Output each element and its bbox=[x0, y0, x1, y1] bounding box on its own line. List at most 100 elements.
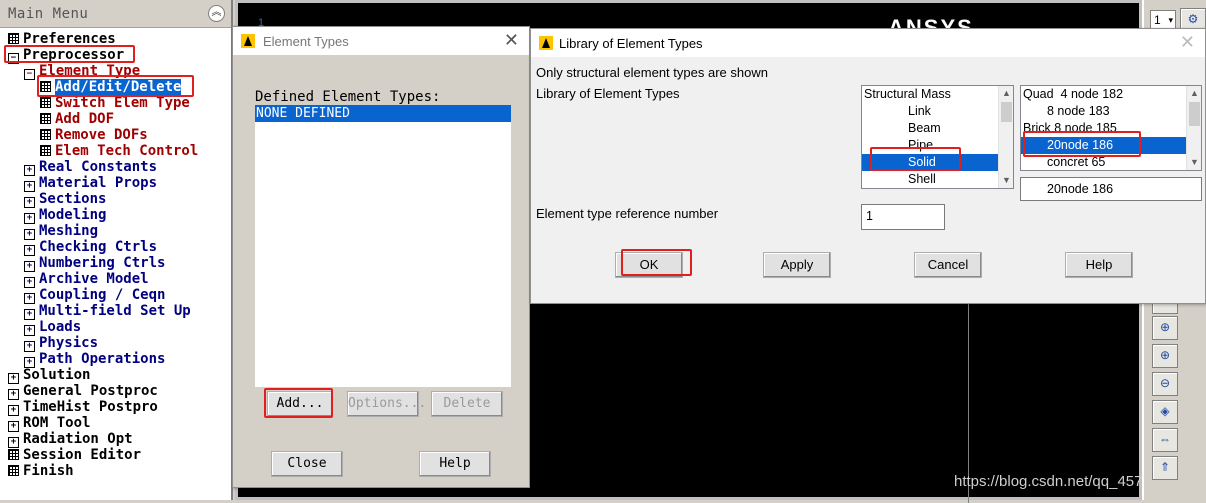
tree-item-loads[interactable]: + Loads bbox=[24, 319, 82, 336]
tree-item-label: Checking Ctrls bbox=[39, 239, 158, 255]
highlight-add-button bbox=[264, 388, 333, 418]
element-type-scrollbar[interactable]: ▲ ▼ bbox=[1186, 86, 1201, 170]
tree-item-coupling-ceqn[interactable]: + Coupling / Ceqn bbox=[24, 287, 166, 304]
element-types-titlebar: Element Types ✕ bbox=[233, 27, 529, 55]
main-menu-title: Main Menu bbox=[8, 6, 89, 22]
tree-item-label: Physics bbox=[39, 335, 99, 351]
command-icon bbox=[8, 33, 19, 44]
tree-item-remove-dofs[interactable]: Remove DOFs bbox=[40, 127, 148, 143]
delete-button: Delete bbox=[431, 391, 503, 417]
tree-item-multi-field-set-up[interactable]: + Multi-field Set Up bbox=[24, 303, 191, 320]
tree-item-label: Meshing bbox=[39, 223, 99, 239]
highlight-20node-186 bbox=[1023, 131, 1141, 157]
double-chevron-up-icon[interactable]: ︽ bbox=[208, 5, 225, 22]
close-icon[interactable]: ✕ bbox=[1180, 32, 1195, 53]
category-item[interactable]: Link bbox=[862, 103, 1013, 120]
tree-item-label: Archive Model bbox=[39, 271, 149, 287]
scroll-down-icon[interactable]: ▼ bbox=[999, 173, 1013, 188]
tree-item-session-editor[interactable]: Session Editor bbox=[8, 447, 141, 463]
defined-type-item[interactable]: NONE DEFINED bbox=[255, 105, 511, 122]
move-up-icon[interactable]: ⇑ bbox=[1152, 456, 1178, 480]
defined-types-label: Defined Element Types: bbox=[255, 89, 441, 105]
scroll-down-icon[interactable]: ▼ bbox=[1187, 155, 1201, 170]
highlight-add-edit-delete bbox=[37, 75, 194, 97]
tree-item-label: Path Operations bbox=[39, 351, 166, 367]
scroll-thumb[interactable] bbox=[1001, 102, 1012, 122]
tree-item-label: Coupling / Ceqn bbox=[39, 287, 166, 303]
tree-item-label: Finish bbox=[23, 463, 74, 479]
tree-item-rom-tool[interactable]: + ROM Tool bbox=[8, 415, 91, 432]
main-menu-header: Main Menu ︽ bbox=[0, 0, 231, 28]
scroll-thumb[interactable] bbox=[1189, 102, 1200, 126]
tree-item-material-props[interactable]: + Material Props bbox=[24, 175, 158, 192]
apply-button[interactable]: Apply bbox=[763, 252, 831, 278]
highlight-solid bbox=[870, 147, 961, 171]
category-item[interactable]: Beam bbox=[862, 120, 1013, 137]
tree-item-label: Add DOF bbox=[55, 111, 115, 127]
tree-item-solution[interactable]: + Solution bbox=[8, 367, 91, 384]
library-title: Library of Element Types bbox=[559, 36, 703, 51]
tree-item-finish[interactable]: Finish bbox=[8, 463, 74, 479]
element-type-list[interactable]: Quad 4 node 182 8 node 183 Brick 8 node 18… bbox=[1020, 85, 1202, 171]
tree-item-real-constants[interactable]: + Real Constants bbox=[24, 159, 158, 176]
cancel-button[interactable]: Cancel bbox=[914, 252, 982, 278]
tree-item-label: General Postproc bbox=[23, 383, 158, 399]
ref-number-input[interactable]: 1 bbox=[861, 204, 945, 230]
category-item[interactable]: Structural Mass bbox=[862, 86, 1013, 103]
command-icon bbox=[40, 113, 51, 124]
scroll-up-icon[interactable]: ▲ bbox=[1187, 86, 1201, 101]
tree-item-label: Loads bbox=[39, 319, 82, 335]
zoom-icon[interactable]: ⊕ bbox=[1152, 316, 1178, 340]
tree-item-label: Radiation Opt bbox=[23, 431, 133, 447]
tree-item-label: ROM Tool bbox=[23, 415, 91, 431]
element-type-item[interactable]: 8 node 183 bbox=[1021, 103, 1201, 120]
highlight-ok-button bbox=[621, 249, 692, 276]
tree-item-modeling[interactable]: + Modeling bbox=[24, 207, 107, 224]
tree-item-radiation-opt[interactable]: + Radiation Opt bbox=[8, 431, 133, 448]
tree-item-general-postproc[interactable]: + General Postproc bbox=[8, 383, 158, 400]
element-type-item[interactable]: Quad 4 node 182 bbox=[1021, 86, 1201, 103]
category-list[interactable]: Structural Mass Link Beam Pipe Solid Shell ▲ … bbox=[861, 85, 1014, 189]
close-button[interactable]: Close bbox=[271, 451, 343, 477]
command-icon bbox=[40, 129, 51, 140]
tree-item-label: Sections bbox=[39, 191, 107, 207]
tree-item-label: Material Props bbox=[39, 175, 158, 191]
tree-item-path-operations[interactable]: + Path Operations bbox=[24, 351, 166, 368]
tree-item-add-dof[interactable]: Add DOF bbox=[40, 111, 114, 127]
options-button: Options... bbox=[347, 391, 426, 417]
tree-item-label: Real Constants bbox=[39, 159, 158, 175]
tree-item-elem-tech-control[interactable]: Elem Tech Control bbox=[40, 143, 198, 159]
tree-item-timehist-postpro[interactable]: + TimeHist Postpro bbox=[8, 399, 158, 416]
help-button[interactable]: Help bbox=[1065, 252, 1133, 278]
command-icon bbox=[40, 97, 51, 108]
defined-types-list[interactable]: NONE DEFINED bbox=[255, 105, 511, 387]
zoom-in-icon[interactable]: ⊕ bbox=[1152, 344, 1178, 368]
tree-item-checking-ctrls[interactable]: + Checking Ctrls bbox=[24, 239, 158, 256]
tree-item-sections[interactable]: + Sections bbox=[24, 191, 107, 208]
command-icon bbox=[40, 145, 51, 156]
rotate-icon[interactable]: ◈ bbox=[1152, 400, 1178, 424]
scroll-up-icon[interactable]: ▲ bbox=[999, 86, 1013, 101]
tree-item-label: Switch Elem Type bbox=[55, 95, 190, 111]
tree-item-label: Session Editor bbox=[23, 447, 142, 463]
command-icon bbox=[8, 465, 19, 476]
tree-item-label: TimeHist Postpro bbox=[23, 399, 158, 415]
category-item[interactable]: Shell bbox=[862, 171, 1013, 188]
help-button[interactable]: Help bbox=[419, 451, 491, 477]
tree-item-archive-model[interactable]: + Archive Model bbox=[24, 271, 149, 288]
tree-item-numbering-ctrls[interactable]: + Numbering Ctrls bbox=[24, 255, 165, 272]
structural-note: Only structural element types are shown bbox=[536, 65, 768, 80]
category-scrollbar[interactable]: ▲ ▼ bbox=[998, 86, 1013, 188]
close-icon[interactable]: ✕ bbox=[504, 30, 519, 51]
zoom-out-icon[interactable]: ⊖ bbox=[1152, 372, 1178, 396]
tree-item-label: Elem Tech Control bbox=[55, 143, 199, 159]
ref-number-label: Element type reference number bbox=[536, 206, 719, 221]
tree-item-meshing[interactable]: + Meshing bbox=[24, 223, 99, 240]
tree-item-label: Solution bbox=[23, 367, 91, 383]
window-select-value: 1 bbox=[1154, 13, 1161, 27]
window-select[interactable]: 1 ▾ bbox=[1150, 10, 1176, 30]
pan-icon[interactable]: ⇔ bbox=[1152, 428, 1178, 452]
tree-item-switch-elem-type[interactable]: Switch Elem Type bbox=[40, 95, 190, 111]
tree-item-physics[interactable]: + Physics bbox=[24, 335, 99, 352]
tree-item-label: Modeling bbox=[39, 207, 107, 223]
